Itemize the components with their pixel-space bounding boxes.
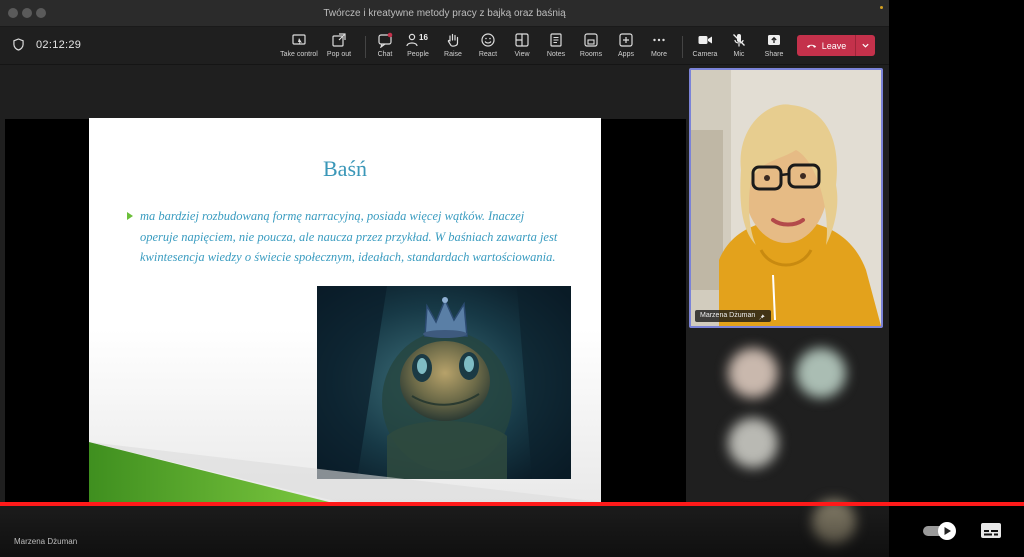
participant-avatar[interactable] xyxy=(728,418,778,468)
pinned-participant-tile[interactable]: Marzena Dżuman xyxy=(689,68,883,328)
participant-avatar[interactable] xyxy=(728,348,778,398)
rooms-icon xyxy=(584,33,598,47)
pin-icon xyxy=(759,312,765,320)
presentation-slide: Baśń ma bardziej rozbudowaną formę narra… xyxy=(89,118,601,502)
leave-button[interactable]: Leave xyxy=(797,35,855,56)
video-player-controls xyxy=(0,504,1024,557)
meeting-toolbar: 02:12:29 Take control Pop out Chat 16 Pe… xyxy=(0,27,889,65)
subtitles-icon[interactable] xyxy=(980,522,1002,539)
mic-button[interactable]: Mic xyxy=(728,30,750,62)
slide-bullet-text: ma bardziej rozbudowaną formę narracyjną… xyxy=(140,209,558,265)
rooms-button[interactable]: Rooms xyxy=(578,30,604,62)
raise-hand-button[interactable]: Raise xyxy=(442,30,464,62)
view-icon xyxy=(515,33,529,47)
participant-name: Marzena Dżuman xyxy=(700,312,756,319)
window-title: Twórcze i kreatywne metody pracy z bajką… xyxy=(323,8,566,19)
toolbar-separator xyxy=(682,36,683,58)
people-button[interactable]: 16 People xyxy=(404,30,432,62)
chat-icon xyxy=(378,32,393,48)
apps-button[interactable]: Apps xyxy=(615,30,637,62)
view-button[interactable]: View xyxy=(511,30,533,62)
smiley-icon xyxy=(481,33,495,47)
chevron-down-icon xyxy=(862,43,869,48)
autoplay-toggle[interactable] xyxy=(922,521,958,541)
toolbar-separator xyxy=(365,36,366,58)
video-progress-bar[interactable] xyxy=(0,502,1024,506)
take-control-button[interactable]: Take control xyxy=(279,30,319,62)
meeting-window: Twórcze i kreatywne metody pracy z bajką… xyxy=(0,0,889,557)
share-button[interactable]: Share xyxy=(762,30,786,62)
mic-muted-icon xyxy=(733,34,745,47)
more-button[interactable]: More xyxy=(648,30,670,62)
shield-icon[interactable] xyxy=(13,38,24,51)
share-icon xyxy=(768,35,780,45)
react-button[interactable]: React xyxy=(476,30,500,62)
presenter-name: Marzena Dżuman xyxy=(14,537,78,546)
camera-icon xyxy=(698,36,712,44)
take-control-icon xyxy=(292,34,306,45)
pop-out-button[interactable]: Pop out xyxy=(325,30,353,62)
participant-name-chip: Marzena Dżuman xyxy=(695,310,772,322)
leave-label: Leave xyxy=(821,40,847,51)
phone-hangup-icon xyxy=(806,44,816,48)
more-icon xyxy=(653,38,665,42)
meeting-timer: 02:12:29 xyxy=(36,39,82,51)
slide-green-wedge xyxy=(89,442,601,502)
slide-title: Baśń xyxy=(323,156,367,181)
participant-video xyxy=(691,70,881,326)
pop-out-icon xyxy=(332,33,346,47)
notes-icon xyxy=(550,33,562,47)
notes-button[interactable]: Notes xyxy=(545,30,567,62)
leave-button-group: Leave xyxy=(797,35,875,56)
plus-icon xyxy=(619,33,633,47)
camera-button[interactable]: Camera xyxy=(690,30,720,62)
participant-avatar[interactable] xyxy=(796,348,846,398)
people-count: 16 xyxy=(419,33,428,42)
leave-options-button[interactable] xyxy=(856,41,875,50)
status-dot xyxy=(880,6,883,9)
bullet-arrow-icon xyxy=(127,212,133,220)
hand-icon xyxy=(447,33,459,47)
title-bar: Twórcze i kreatywne metody pracy z bajką… xyxy=(0,0,889,27)
chat-button[interactable]: Chat xyxy=(374,30,396,62)
